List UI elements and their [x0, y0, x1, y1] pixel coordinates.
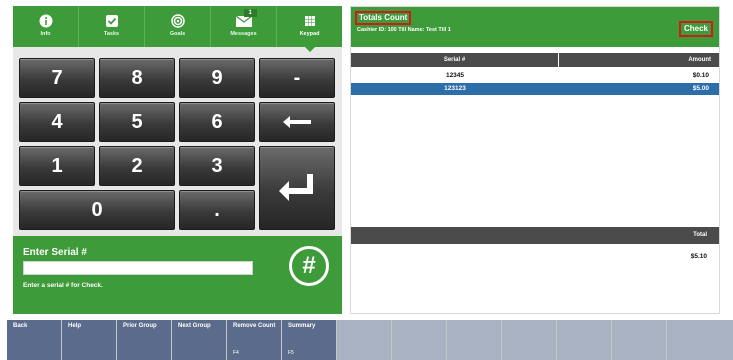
- nav-tasks[interactable]: Tasks: [79, 6, 145, 47]
- fkey-blank: [337, 320, 392, 360]
- fkey-label: Summary: [288, 323, 316, 329]
- fkey-shortcut: F4: [233, 350, 239, 356]
- col-serial-header[interactable]: Serial #: [351, 53, 559, 67]
- nav-info[interactable]: Info: [13, 6, 79, 47]
- nav-keypad[interactable]: Keypad: [277, 6, 342, 52]
- summary-button[interactable]: Summary F5: [282, 320, 337, 360]
- key-1[interactable]: 1: [19, 146, 95, 186]
- nav-goals[interactable]: Goals: [145, 6, 211, 47]
- active-caret: [303, 46, 316, 52]
- serial-title: Enter Serial #: [23, 247, 87, 258]
- key-0[interactable]: 0: [19, 190, 175, 230]
- fkey-blank: [392, 320, 447, 360]
- nav-messages[interactable]: 1 Messages: [211, 6, 277, 47]
- top-nav-bar: Info Tasks Goals 1 Messages Keypad: [13, 6, 342, 52]
- keypad-icon: [304, 16, 315, 26]
- key-3[interactable]: 3: [179, 146, 255, 186]
- nav-messages-label: Messages: [230, 31, 257, 37]
- serial-hint: Enter a serial # for Check.: [23, 282, 103, 289]
- table-header: Serial # Amount: [351, 53, 719, 67]
- fkey-label: Help: [68, 323, 82, 329]
- hash-button[interactable]: #: [289, 246, 329, 286]
- back-button[interactable]: Back: [7, 320, 62, 360]
- fkey-blank: [557, 320, 612, 360]
- table-row-selected[interactable]: 123123 $5.00: [351, 83, 719, 95]
- tasks-icon: [105, 15, 118, 27]
- fkey-label: Next Group: [178, 323, 211, 329]
- totals-title: Totals Count: [355, 11, 412, 25]
- messages-badge: 1: [243, 9, 257, 17]
- table-row[interactable]: 12345 $0.10: [351, 70, 719, 82]
- prior-group-button[interactable]: Prior Group: [117, 320, 172, 360]
- key-decimal[interactable]: .: [179, 190, 255, 230]
- serial-input[interactable]: [23, 261, 253, 275]
- nav-keypad-label: Keypad: [299, 31, 320, 37]
- numeric-keypad: 7 8 9 - 4 5 6 1 2 3 0 .: [19, 58, 335, 230]
- key-5[interactable]: 5: [99, 102, 175, 142]
- key-6[interactable]: 6: [179, 102, 255, 142]
- function-key-bar: Back Help Prior Group Next Group Remove …: [7, 320, 733, 360]
- key-minus[interactable]: -: [259, 58, 335, 98]
- goals-icon: [170, 14, 185, 28]
- row-serial: 123123: [444, 85, 466, 92]
- fkey-blank: [502, 320, 557, 360]
- key-7[interactable]: 7: [19, 58, 95, 98]
- row-amount: $0.10: [692, 72, 709, 79]
- nav-tasks-label: Tasks: [103, 31, 120, 37]
- fkey-blank: [447, 320, 502, 360]
- fkey-label: Prior Group: [123, 323, 157, 329]
- info-icon: [39, 14, 52, 28]
- totals-panel: Totals Count Cashier ID: 100 Till Name: …: [350, 6, 720, 314]
- nav-info-label: Info: [40, 31, 51, 37]
- key-8[interactable]: 8: [99, 58, 175, 98]
- fkey-label: Back: [13, 323, 28, 329]
- fkey-label: Remove Count: [233, 323, 276, 329]
- row-amount: $5.00: [692, 85, 709, 92]
- enter-arrow-icon: [279, 174, 313, 201]
- total-value: $5.10: [690, 253, 707, 260]
- remove-count-button[interactable]: Remove Count F4: [227, 320, 282, 360]
- total-header: Total: [351, 227, 719, 244]
- row-serial: 12345: [445, 72, 465, 79]
- help-button[interactable]: Help: [62, 320, 117, 360]
- check-button[interactable]: Check: [678, 21, 713, 37]
- cashier-info: Cashier ID: 100 Till Name: Test Till 1: [357, 27, 451, 33]
- backspace-key[interactable]: [259, 102, 335, 142]
- serial-entry-panel: Enter Serial # Enter a serial # for Chec…: [13, 236, 342, 314]
- nav-goals-label: Goals: [169, 31, 186, 37]
- fkey-shortcut: F5: [288, 350, 294, 356]
- totals-header: Totals Count Cashier ID: 100 Till Name: …: [351, 7, 719, 47]
- fkey-blank: [612, 320, 667, 360]
- backspace-arrow-icon: [283, 116, 311, 128]
- key-2[interactable]: 2: [99, 146, 175, 186]
- fkey-blank: [667, 320, 733, 360]
- next-group-button[interactable]: Next Group: [172, 320, 227, 360]
- enter-key[interactable]: [259, 146, 335, 230]
- key-4[interactable]: 4: [19, 102, 95, 142]
- col-amount-header[interactable]: Amount: [559, 53, 719, 67]
- key-9[interactable]: 9: [179, 58, 255, 98]
